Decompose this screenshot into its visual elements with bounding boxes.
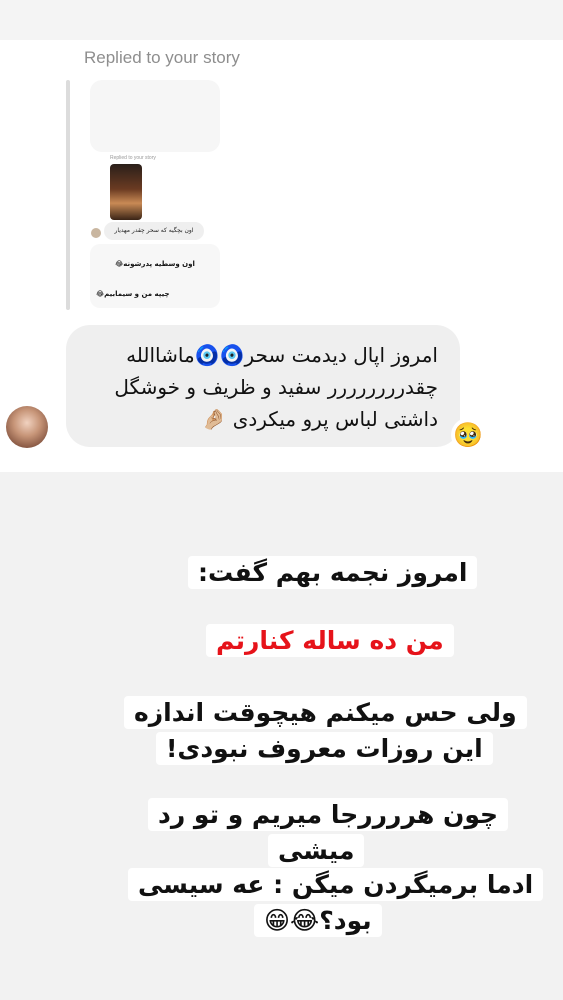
thumbnail-replied-label: Replied to your story (110, 155, 156, 161)
replied-to-story-label: Replied to your story (84, 48, 240, 67)
message-bubble[interactable]: امروز اپال دیدمت سحر🧿🧿ماشاالله چقدرررررر… (66, 325, 460, 447)
overlay-text-line: این روزات معروف نبودی! (156, 732, 493, 765)
message-text: امروز اپال دیدمت سحر🧿🧿ماشاالله چقدرررررر… (114, 343, 438, 431)
dm-screenshot: Replied to your story Replied to your st… (0, 40, 563, 472)
thumbnail-message-bubble: اون بچگیه که سحر چقدر مهدیار شبیشه؟ (104, 222, 204, 252)
overlay-text-line: ادما برمیگردن میگن : عه سیسی (128, 868, 544, 901)
reaction-emoji[interactable]: 🥹 (451, 418, 485, 452)
story-reply-thumbnail[interactable]: Replied to your story اون بچگیه که سحر چ… (88, 80, 222, 310)
thumbnail-avatar (91, 228, 101, 238)
thumbnail-text-line: اون وسطیه پدرشونه😂 (115, 260, 195, 268)
thumbnail-blank-area (90, 80, 220, 152)
overlay-text-line: چون هررررجا میریم و تو رد (148, 798, 509, 831)
top-band (0, 0, 563, 40)
overlay-text-line: امروز نجمه بهم گفت: (188, 556, 478, 589)
thumbnail-text-panel (90, 244, 220, 308)
reply-indicator-line (66, 80, 70, 310)
overlay-text-line: میشی (268, 834, 365, 867)
overlay-text-line: ولی حس میکنم هیچوقت اندازه (124, 696, 527, 729)
overlay-text-line-red: من ده ساله کنارتم (206, 624, 454, 657)
thumbnail-text-line: چیپه من و سیمابیم😂 (96, 290, 170, 298)
overlay-text-line: بود؟😂😁 (254, 904, 382, 937)
sender-avatar[interactable] (6, 406, 48, 448)
thumbnail-story-image (110, 164, 142, 220)
